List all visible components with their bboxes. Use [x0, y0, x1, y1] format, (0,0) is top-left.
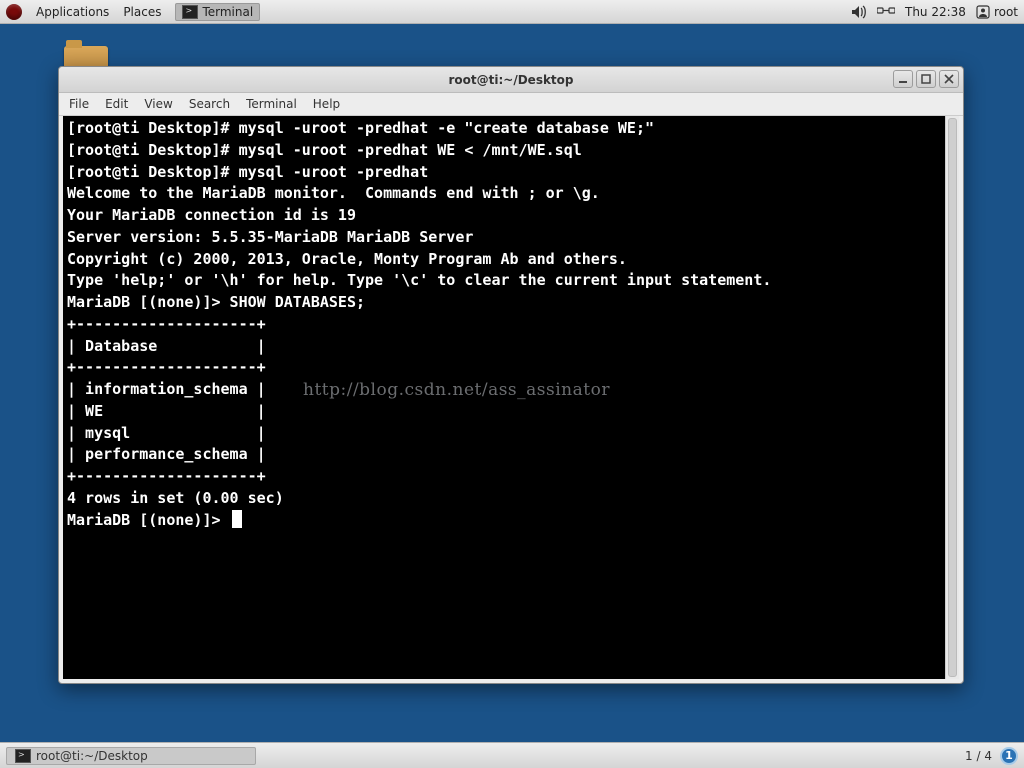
terminal-body[interactable]: http://blog.csdn.net/ass_assinator [root…: [63, 116, 945, 679]
menu-file[interactable]: File: [69, 97, 89, 111]
top-panel: Applications Places Terminal Thu 22:38 r…: [0, 0, 1024, 24]
terminal-line: Type 'help;' or '\h' for help. Type '\c'…: [67, 270, 941, 292]
terminal-scrollbar[interactable]: [945, 116, 959, 679]
terminal-line: | WE |: [67, 401, 941, 423]
terminal-line: | Database |: [67, 336, 941, 358]
terminal-line: Welcome to the MariaDB monitor. Commands…: [67, 183, 941, 205]
terminal-line: | mysql |: [67, 423, 941, 445]
window-titlebar[interactable]: root@ti:~/Desktop: [59, 67, 963, 93]
workspace-badge[interactable]: 1: [1000, 747, 1018, 765]
menu-search[interactable]: Search: [189, 97, 230, 111]
applications-menu[interactable]: Applications: [36, 5, 109, 19]
terminal-line: +--------------------+: [67, 314, 941, 336]
volume-icon[interactable]: [851, 5, 867, 19]
terminal-line: MariaDB [(none)]> SHOW DATABASES;: [67, 292, 941, 314]
terminal-window: root@ti:~/Desktop File Edit View Search …: [58, 66, 964, 684]
terminal-line: Server version: 5.5.35-MariaDB MariaDB S…: [67, 227, 941, 249]
workspace-count: 1 / 4: [965, 749, 992, 763]
terminal-line: Your MariaDB connection id is 19: [67, 205, 941, 227]
watermark-text: http://blog.csdn.net/ass_assinator: [303, 378, 610, 403]
terminal-line: | performance_schema |: [67, 444, 941, 466]
user-menu[interactable]: root: [976, 5, 1018, 19]
terminal-line: +--------------------+: [67, 466, 941, 488]
terminal-line: [root@ti Desktop]# mysql -uroot -predhat…: [67, 140, 941, 162]
user-label: root: [994, 5, 1018, 19]
terminal-line: +--------------------+: [67, 357, 941, 379]
maximize-button[interactable]: [916, 70, 936, 88]
workspace-indicator[interactable]: 1 / 4 1: [965, 747, 1018, 765]
minimize-button[interactable]: [893, 70, 913, 88]
terminal-cursor: [232, 510, 242, 528]
places-menu[interactable]: Places: [123, 5, 161, 19]
window-menubar: File Edit View Search Terminal Help: [59, 93, 963, 116]
user-icon: [976, 5, 990, 19]
terminal-line: 4 rows in set (0.00 sec): [67, 488, 941, 510]
terminal-icon: [15, 749, 31, 763]
distro-logo-icon[interactable]: [6, 4, 22, 20]
network-icon[interactable]: [877, 5, 895, 18]
menu-edit[interactable]: Edit: [105, 97, 128, 111]
clock[interactable]: Thu 22:38: [905, 5, 966, 19]
menu-terminal[interactable]: Terminal: [246, 97, 297, 111]
terminal-line: [root@ti Desktop]# mysql -uroot -predhat: [67, 162, 941, 184]
terminal-line: Copyright (c) 2000, 2013, Oracle, Monty …: [67, 249, 941, 271]
menu-help[interactable]: Help: [313, 97, 340, 111]
bottom-panel: root@ti:~/Desktop 1 / 4 1: [0, 742, 1024, 768]
window-buttons: [893, 70, 959, 88]
taskbar-entry-label: root@ti:~/Desktop: [36, 749, 148, 763]
menu-view[interactable]: View: [144, 97, 172, 111]
terminal-output: [root@ti Desktop]# mysql -uroot -predhat…: [67, 118, 941, 531]
panel-left: Applications Places Terminal: [6, 3, 260, 21]
panel-task-terminal[interactable]: Terminal: [175, 3, 260, 21]
panel-task-terminal-label: Terminal: [202, 5, 253, 19]
terminal-icon: [182, 5, 198, 19]
scrollbar-thumb[interactable]: [948, 118, 957, 677]
window-title: root@ti:~/Desktop: [59, 73, 963, 87]
taskbar-entry-terminal[interactable]: root@ti:~/Desktop: [6, 747, 256, 765]
terminal-line: MariaDB [(none)]>: [67, 510, 941, 532]
system-tray: Thu 22:38 root: [851, 5, 1018, 19]
close-button[interactable]: [939, 70, 959, 88]
terminal-wrap: http://blog.csdn.net/ass_assinator [root…: [59, 116, 963, 683]
terminal-line: [root@ti Desktop]# mysql -uroot -predhat…: [67, 118, 941, 140]
